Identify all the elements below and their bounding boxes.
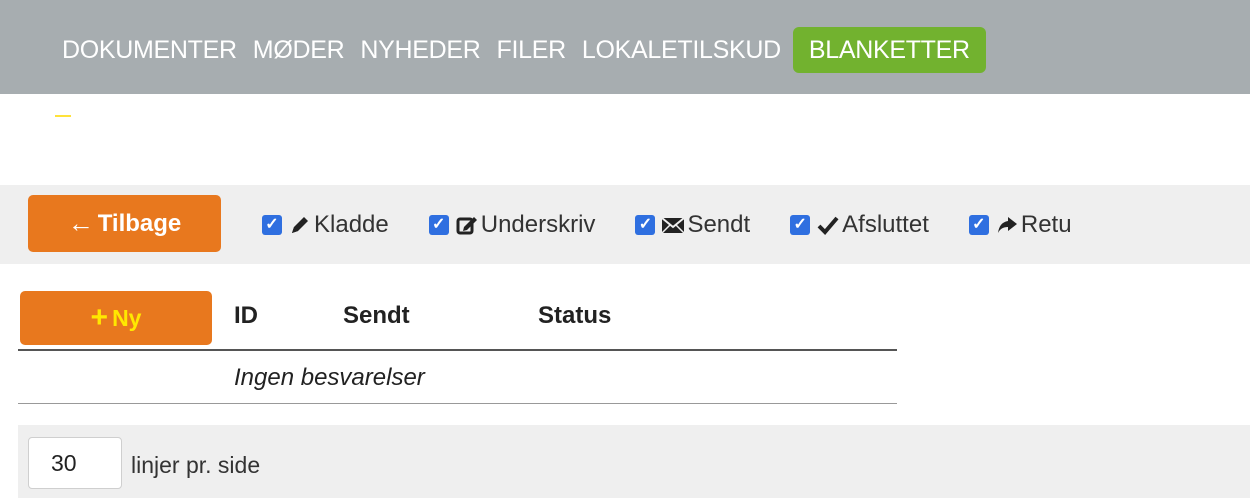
- pagination-bar: 30 linjer pr. side: [18, 425, 1250, 498]
- filter-sendt[interactable]: ✓ Sendt: [635, 211, 750, 239]
- checkbox-checked-icon[interactable]: ✓: [790, 214, 811, 235]
- new-button[interactable]: + Ny: [20, 291, 212, 345]
- nav-item-blanketter[interactable]: BLANKETTER: [792, 27, 986, 73]
- nav-item-moder[interactable]: MØDER: [245, 27, 353, 73]
- filter-afsluttet[interactable]: ✓ Afsluttet: [790, 211, 929, 239]
- filter-retu[interactable]: ✓ Retu: [968, 210, 1072, 239]
- top-navigation: DOKUMENTER MØDER NYHEDER FILER LOKALETIL…: [0, 0, 1250, 94]
- filter-label: Sendt: [687, 210, 751, 238]
- checkbox-checked-icon[interactable]: ✓: [428, 214, 449, 235]
- page-size-input[interactable]: 30: [28, 437, 122, 489]
- filter-kladde[interactable]: ✓ Kladde: [262, 211, 389, 239]
- empty-table-message: Ingen besvarelser: [234, 364, 425, 391]
- filter-underskriv[interactable]: ✓ Underskriv: [428, 210, 596, 239]
- plus-icon: +: [90, 301, 109, 334]
- share-arrow-icon: [995, 213, 1019, 237]
- checkbox-checked-icon[interactable]: ✓: [968, 214, 989, 235]
- column-header-id[interactable]: ID: [234, 302, 258, 330]
- decorative-marker: [55, 115, 71, 117]
- column-header-status[interactable]: Status: [538, 302, 611, 330]
- checkmark-icon: [816, 213, 840, 237]
- edit-square-icon: [455, 213, 479, 237]
- nav-item-dokumenter[interactable]: DOKUMENTER: [54, 27, 245, 73]
- column-header-sendt[interactable]: Sendt: [343, 302, 410, 330]
- envelope-icon: [661, 213, 686, 237]
- page-size-label: linjer pr. side: [131, 452, 261, 478]
- table-header-divider: [18, 349, 897, 351]
- table-bottom-divider: [18, 403, 897, 404]
- nav-item-lokaletilskud[interactable]: LOKALETILSKUD: [574, 27, 789, 73]
- new-button-label: Ny: [112, 304, 142, 331]
- back-button-label: Tilbage: [97, 209, 182, 237]
- status-filters: ✓ Kladde ✓ Underskriv ✓ Sendt ✓ Afslutte…: [262, 185, 1112, 264]
- back-button[interactable]: ← Tilbage: [28, 195, 221, 252]
- pencil-icon: [288, 213, 312, 237]
- arrow-left-icon: ←: [67, 208, 94, 238]
- filter-toolbar: ← Tilbage ✓ Kladde ✓ Underskriv ✓ Sendt …: [0, 185, 1250, 264]
- checkbox-checked-icon[interactable]: ✓: [635, 214, 656, 235]
- filter-label: Underskriv: [480, 210, 596, 238]
- nav-item-filer[interactable]: FILER: [489, 27, 574, 73]
- filter-label: Afsluttet: [842, 210, 929, 238]
- nav-menu: DOKUMENTER MØDER NYHEDER FILER LOKALETIL…: [54, 27, 986, 73]
- filter-label: Retu: [1020, 210, 1072, 238]
- checkbox-checked-icon[interactable]: ✓: [262, 214, 282, 235]
- filter-label: Kladde: [314, 210, 389, 238]
- nav-item-nyheder[interactable]: NYHEDER: [352, 27, 488, 73]
